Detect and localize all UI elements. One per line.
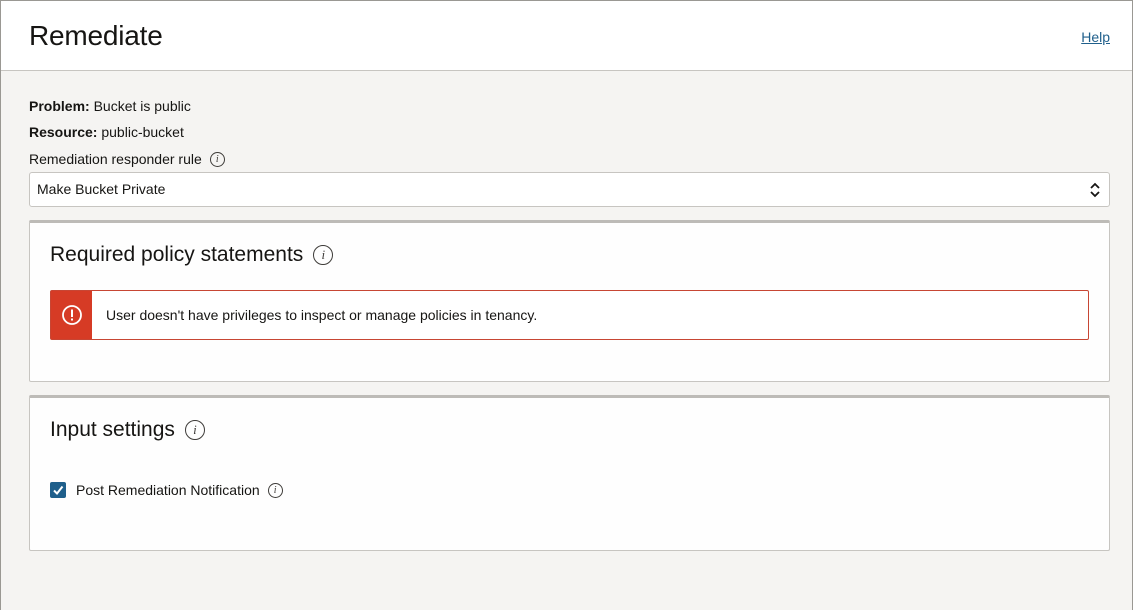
policy-statements-panel: Required policy statements i User doesn'…: [29, 220, 1110, 382]
policy-statements-heading: Required policy statements i: [50, 243, 334, 267]
policy-statements-title: Required policy statements: [50, 243, 304, 266]
error-alert: User doesn't have privileges to inspect …: [50, 290, 1089, 340]
info-icon[interactable]: i: [209, 151, 225, 167]
info-icon[interactable]: i: [267, 482, 283, 498]
post-remediation-notification-label: Post Remediation Notification: [76, 482, 260, 498]
error-icon: [61, 305, 82, 325]
page-title: Remediate: [29, 20, 163, 51]
problem-value: Bucket is public: [93, 98, 191, 114]
input-settings-panel: Input settings i Post Remediation Notifi…: [29, 395, 1110, 551]
problem-label: Problem:: [29, 98, 90, 114]
resource-line: Resource: public-bucket: [29, 124, 184, 140]
info-icon[interactable]: i: [184, 420, 205, 440]
post-remediation-notification-checkbox[interactable]: [50, 482, 66, 498]
input-settings-heading: Input settings i: [50, 418, 205, 442]
info-icon[interactable]: i: [313, 245, 334, 265]
error-icon-bar: [51, 291, 92, 339]
post-remediation-notification-row: Post Remediation Notification i: [50, 482, 283, 498]
responder-rule-select[interactable]: Make Bucket Private: [29, 172, 1110, 207]
resource-label: Resource:: [29, 124, 98, 140]
help-link[interactable]: Help: [1081, 29, 1110, 45]
page-header: Remediate Help: [1, 1, 1132, 71]
responder-rule-label: Remediation responder rule: [29, 151, 202, 167]
resource-value: public-bucket: [101, 124, 184, 140]
input-settings-title: Input settings: [50, 418, 175, 441]
select-chevron-icon: [1090, 182, 1100, 198]
checkmark-icon: [53, 485, 64, 496]
error-message: User doesn't have privileges to inspect …: [106, 307, 538, 323]
problem-line: Problem: Bucket is public: [29, 98, 191, 114]
responder-rule-label-row: Remediation responder rule i: [29, 151, 225, 167]
responder-rule-selected: Make Bucket Private: [37, 181, 166, 197]
